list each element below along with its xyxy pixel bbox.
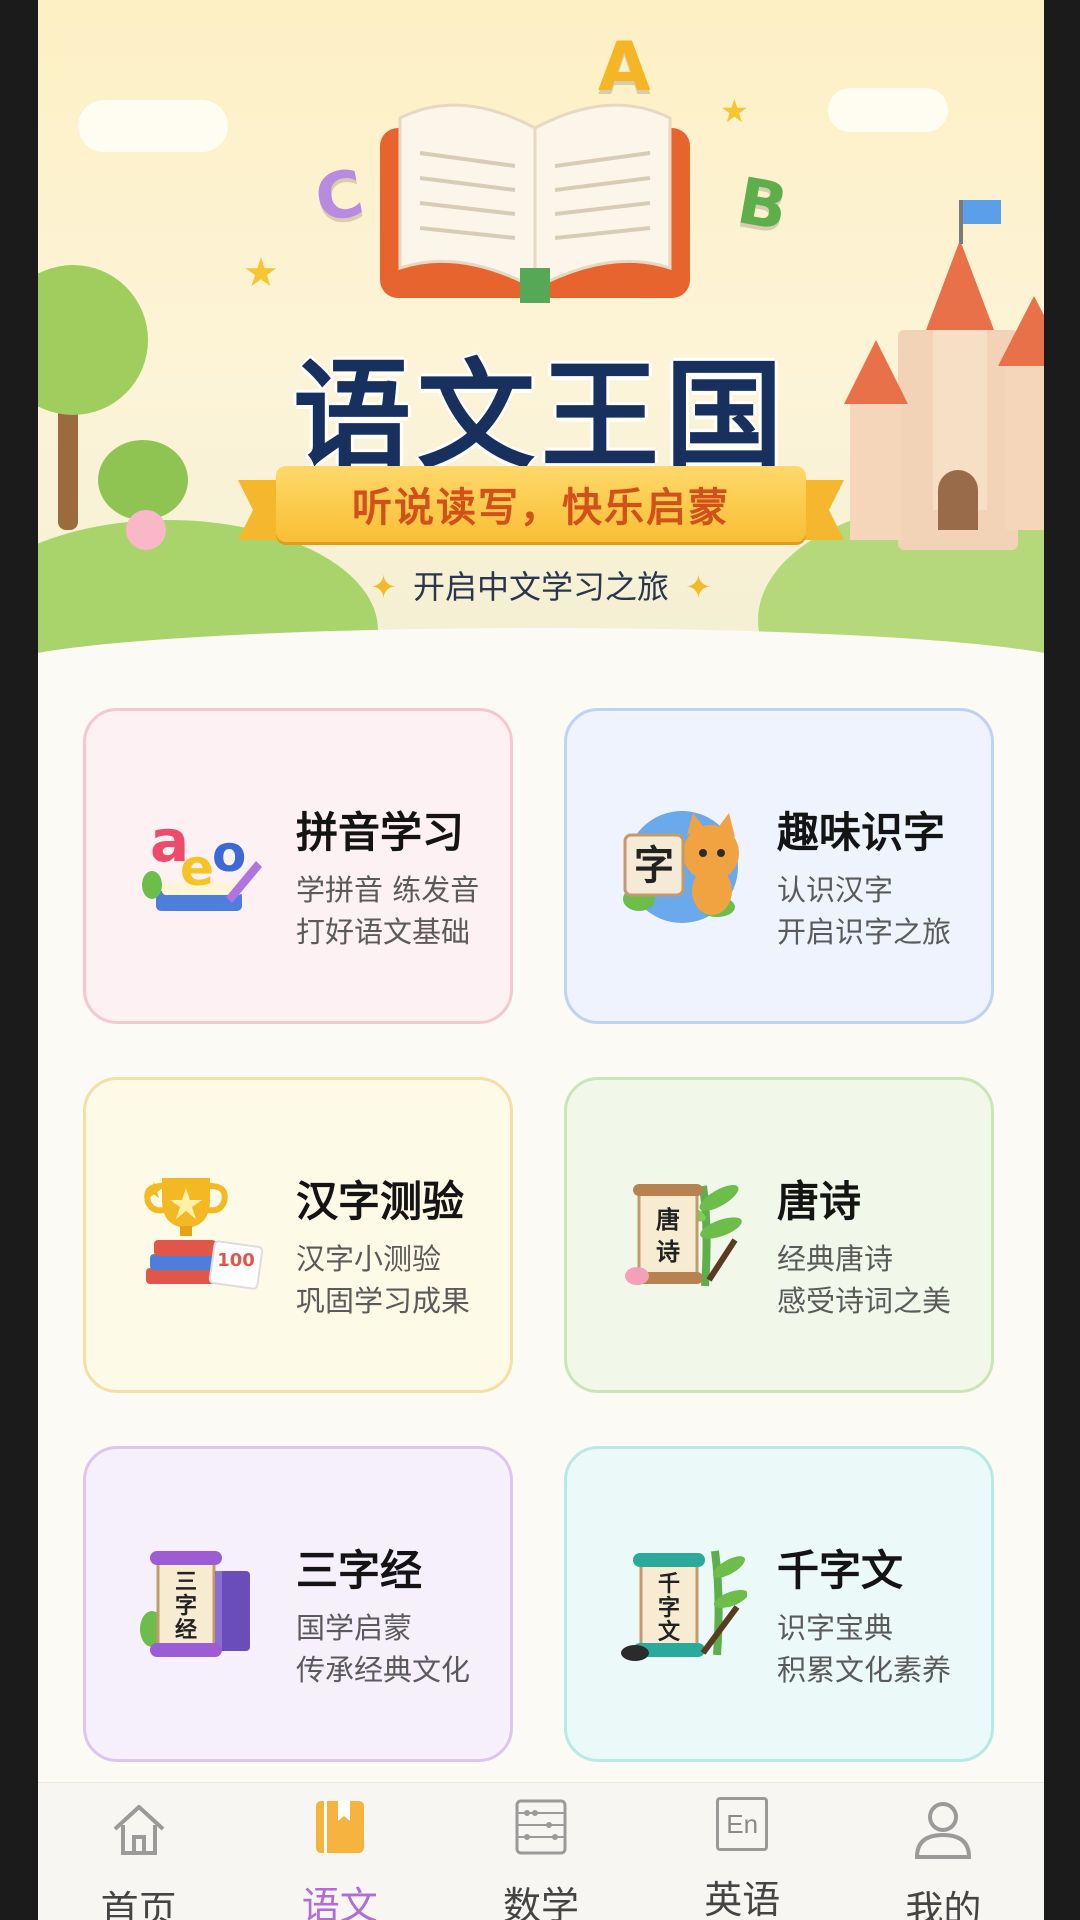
letter-c-decoration: C [309,156,370,238]
app-screen: A B C ★ ★ 语文王国 听说读写，快乐启蒙 ✦ 开启中文学习之旅 ✦ aeo … [38,0,1044,1920]
cloud-decoration [828,88,948,132]
slogan-ribbon: 听说读写，快乐启蒙 [276,466,806,542]
tab-label: 我的 [905,1888,982,1920]
card-description: 汉字小测验 巩固学习成果 [296,1238,470,1322]
svg-text:★: ★ [144,1179,164,1204]
star-icon: ★ [720,92,749,130]
course-card[interactable]: 三字经 三字经 国学启蒙 传承经典文化 [83,1446,513,1762]
card-description-line: 开启识字之旅 [777,915,952,949]
subtitle-text: 开启中文学习之旅 [412,568,669,606]
banner-subtitle: ✦ 开启中文学习之旅 ✦ [38,562,1044,608]
star-icon: ★ [243,250,279,296]
card-title: 汉字测验 [296,1177,465,1226]
svg-text:经: 经 [175,1617,197,1643]
slogan-text: 听说读写，快乐启蒙 [352,485,730,531]
tab-home[interactable]: 首页 [38,1783,239,1920]
tab-english[interactable]: En 英语 [642,1783,843,1920]
card-description-line: 感受诗词之美 [777,1284,952,1318]
cloud-decoration [78,100,228,152]
svg-text:字: 字 [175,1593,197,1619]
trophy-books-icon: 100 ★ [136,1168,266,1298]
card-description: 经典唐诗 感受诗词之美 [777,1238,951,1322]
card-description-line: 巩固学习成果 [296,1284,471,1318]
card-description: 学拼音 练发音 打好语文基础 [296,869,479,953]
tab-label: 首页 [100,1888,177,1920]
svg-text:诗: 诗 [656,1237,680,1266]
letter-a-decoration: A [598,28,651,107]
svg-text:e: e [180,839,214,897]
tab-label: 数学 [503,1884,580,1920]
svg-text:千: 千 [658,1571,680,1597]
card-title: 唐诗 [777,1177,862,1226]
svg-text:100: 100 [217,1250,255,1271]
user-icon [908,1797,978,1861]
letter-b-decoration: B [731,164,793,246]
card-title: 拼音学习 [296,808,465,857]
svg-text:唐: 唐 [656,1205,680,1234]
card-description-line: 积累文化素养 [777,1653,952,1687]
card-description-line: 国学启蒙 [296,1611,413,1645]
sparkle-icon: ✦ [370,568,397,606]
card-description-line: 认识汉字 [777,873,894,907]
svg-text:字: 字 [658,1595,680,1621]
card-description-line: 汉字小测验 [296,1242,442,1276]
card-description: 识字宝典 积累文化素养 [777,1607,951,1691]
aeo-letters-icon: aeo [136,799,266,929]
course-card[interactable]: 唐诗 唐诗 经典唐诗 感受诗词之美 [564,1077,994,1393]
card-title: 趣味识字 [777,808,946,857]
english-en-icon: En [707,1797,777,1851]
svg-text:o: o [212,825,246,883]
course-card[interactable]: aeo 拼音学习 学拼音 练发音 打好语文基础 [83,708,513,1024]
card-title: 千字文 [777,1546,904,1595]
course-card[interactable]: 字 趣味识字 认识汉字 开启识字之旅 [564,708,994,1024]
hero-banner: A B C ★ ★ 语文王国 听说读写，快乐启蒙 ✦ 开启中文学习之旅 ✦ [38,0,1044,665]
course-card[interactable]: 千字文 千字文 识字宝典 积累文化素养 [564,1446,994,1762]
tab-profile[interactable]: 我的 [843,1783,1044,1920]
card-description-line: 传承经典文化 [296,1653,471,1687]
card-description: 国学启蒙 传承经典文化 [296,1607,470,1691]
svg-text:字: 字 [634,842,674,889]
home-icon [104,1797,174,1861]
card-description-line: 学拼音 练发音 [296,873,480,907]
poetry-scroll-icon: 唐诗 [617,1168,747,1298]
tab-chinese[interactable]: 语文 [239,1783,440,1920]
card-description: 认识汉字 开启识字之旅 [777,869,951,953]
card-title: 三字经 [296,1546,423,1595]
cat-character-icon: 字 [617,799,747,929]
tab-label: 英语 [704,1878,781,1920]
card-description-line: 经典唐诗 [777,1242,894,1276]
svg-text:三: 三 [175,1569,197,1595]
svg-text:文: 文 [658,1619,681,1645]
sparkle-icon: ✦ [685,568,712,606]
tab-math[interactable]: 数学 [440,1783,641,1920]
card-description-line: 识字宝典 [777,1611,894,1645]
course-card[interactable]: 100 ★ 汉字测验 汉字小测验 巩固学习成果 [83,1077,513,1393]
flower-decoration [126,510,166,550]
abacus-icon [506,1797,576,1857]
tab-label: 语文 [301,1884,378,1920]
classic-scroll-icon: 三字经 [136,1537,266,1667]
calligraphy-scroll-icon: 千字文 [617,1537,749,1667]
bottom-tab-bar: 首页 语文 数学 En 英语 我的 [38,1782,1044,1920]
book-icon [305,1797,375,1857]
card-description-line: 打好语文基础 [296,915,471,949]
